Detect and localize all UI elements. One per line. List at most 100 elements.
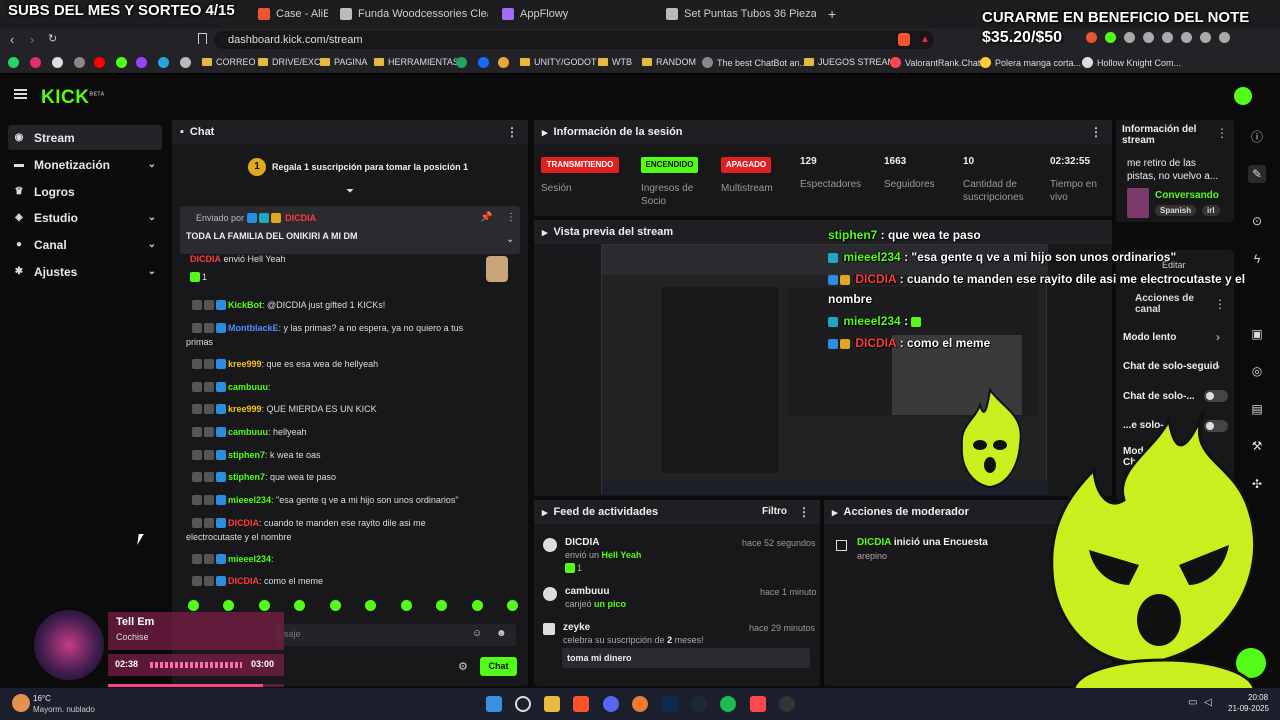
chevron-right-icon[interactable]: › — [1216, 359, 1220, 373]
extension-icon[interactable] — [1124, 32, 1135, 43]
emote-icon[interactable] — [506, 600, 518, 611]
smile-icon[interactable]: ☻ — [496, 628, 507, 639]
sidebar-item-canal[interactable]: ● Canal ⌄ — [8, 232, 162, 257]
more-options-icon[interactable]: ⋮ — [798, 505, 810, 519]
kick-icon[interactable] — [116, 57, 127, 68]
chat-username[interactable]: stiphen7 — [228, 472, 265, 482]
volume-icon[interactable]: ◁ — [1204, 697, 1212, 708]
reload-icon[interactable]: ↻ — [48, 32, 57, 45]
chat-username[interactable]: KickBot — [228, 300, 262, 310]
gift-user[interactable]: DICDIA — [190, 254, 221, 264]
x-icon[interactable] — [52, 57, 63, 68]
link-icon[interactable] — [180, 57, 191, 68]
action-follower-chat[interactable]: Chat de solo-seguid — [1123, 361, 1219, 372]
info-icon[interactable]: ⓘ — [1248, 128, 1266, 146]
emote-icon[interactable] — [436, 600, 448, 611]
bookmark-folder[interactable]: UNITY/GODOT — [520, 57, 597, 67]
more-options-icon[interactable]: ⋮ — [1216, 126, 1228, 140]
blender-icon[interactable] — [632, 696, 648, 712]
emote-icon[interactable] — [329, 600, 341, 611]
chat-username[interactable]: mieeel234 — [228, 554, 271, 564]
gear-icon[interactable]: ⚙ — [458, 660, 468, 673]
chat-username[interactable]: kree999 — [228, 404, 262, 414]
explorer-icon[interactable] — [544, 696, 560, 712]
extension-icon[interactable] — [1105, 32, 1116, 43]
stream-category[interactable]: Conversando — [1155, 190, 1219, 201]
feed-user[interactable]: cambuuu — [565, 586, 609, 597]
bookmark-folder[interactable]: HERRAMIENTAS — [374, 57, 459, 67]
lightning-icon[interactable]: ϟ — [1248, 250, 1266, 268]
chevron-right-icon[interactable]: › — [1216, 330, 1220, 344]
emote-icon[interactable] — [400, 600, 412, 611]
emote-icon[interactable] — [294, 600, 306, 611]
obs-icon[interactable] — [779, 696, 795, 712]
bookmark-folder[interactable]: RANDOM — [642, 57, 696, 67]
sidebar-item-ajustes[interactable]: ✱ Ajustes ⌄ — [8, 259, 162, 284]
back-icon[interactable]: ‹ — [10, 32, 14, 47]
emote-picker-icon[interactable]: ☺ — [472, 628, 482, 639]
bookmark-link[interactable]: Polera manga corta... — [980, 57, 1081, 68]
telegram-icon[interactable] — [158, 57, 169, 68]
bookmark-folder[interactable]: JUEGOS STREAM — [804, 57, 895, 67]
menu-icon[interactable] — [1181, 32, 1192, 43]
broadcast-icon[interactable]: ◎ — [1248, 362, 1266, 380]
sidebar-item-monetizacion[interactable]: ▬ Monetización ⌄ — [8, 152, 162, 177]
more-options-icon[interactable]: ⋮ — [506, 212, 516, 223]
brave-shield-icon[interactable] — [898, 33, 910, 46]
bookmark-icon[interactable] — [198, 33, 207, 44]
emote-icon[interactable] — [223, 600, 235, 611]
avatar[interactable] — [1234, 87, 1252, 105]
sidebar-icon[interactable] — [1162, 32, 1173, 43]
more-options-icon[interactable]: ⋮ — [1090, 125, 1102, 139]
chat-username[interactable]: DICDIA — [228, 576, 259, 586]
photoshop-icon[interactable] — [662, 696, 678, 712]
chat-username[interactable]: DICDIA — [228, 518, 259, 528]
tag[interactable]: Spanish — [1155, 205, 1197, 216]
brave-icon[interactable] — [573, 696, 589, 712]
browser-tab[interactable]: AppFlowy — [502, 4, 652, 24]
url-field[interactable]: dashboard.kick.com/stream — [214, 31, 934, 49]
feed-user[interactable]: DICDIA — [565, 537, 599, 548]
emote-icon[interactable] — [258, 600, 270, 611]
bookmark-link[interactable]: The best ChatBot an... — [702, 57, 807, 68]
spotify-icon[interactable] — [720, 696, 736, 712]
action-slow-mode[interactable]: Modo lento — [1123, 332, 1176, 343]
apple-icon[interactable] — [74, 57, 85, 68]
send-chat-button[interactable]: Chat — [480, 657, 517, 676]
shield-icon[interactable] — [1200, 32, 1211, 43]
pinned-user[interactable]: DICDIA — [285, 213, 316, 223]
tag[interactable]: irl — [1202, 205, 1220, 216]
browser-tab[interactable]: Funda Woodcessories Clear Case Ma — [340, 4, 488, 24]
pin-icon[interactable]: 📌 — [480, 212, 492, 223]
chevron-down-icon[interactable]: ⏷ — [346, 186, 354, 197]
sheets-icon[interactable] — [456, 57, 467, 68]
behance-icon[interactable] — [478, 57, 489, 68]
bookmark-folder[interactable]: CORREO — [202, 57, 256, 67]
emote-icon[interactable] — [365, 600, 377, 611]
new-tab-button[interactable]: + — [828, 4, 836, 24]
bookmark-link[interactable]: Hollow Knight Com... — [1082, 57, 1181, 68]
chat-username[interactable]: stiphen7 — [228, 450, 265, 460]
emote-icon[interactable] — [188, 600, 199, 611]
browser-tab[interactable]: Set Puntas Tubos 36 Piezas 1/4 Bosc — [666, 4, 816, 24]
weather-icon[interactable] — [12, 694, 30, 712]
puzzle-icon[interactable] — [1143, 32, 1154, 43]
discord-icon[interactable] — [603, 696, 619, 712]
filter-button[interactable]: Filtro — [762, 506, 787, 517]
whatsapp-icon[interactable] — [8, 57, 19, 68]
bookmark-folder[interactable]: WTB — [598, 57, 632, 67]
sidebar-item-logros[interactable]: ♛ Logros — [8, 179, 162, 204]
kick-logo[interactable]: KICKBETA — [41, 87, 105, 109]
edit-icon[interactable]: ✎ — [1248, 165, 1266, 183]
start-icon[interactable] — [486, 696, 502, 712]
chat-username[interactable]: mieeel234 — [228, 495, 271, 505]
more-options-icon[interactable]: ⋮ — [506, 125, 518, 139]
steam-icon[interactable] — [691, 696, 707, 712]
more-options-icon[interactable]: ⋮ — [1214, 297, 1226, 311]
gift-sub-banner[interactable]: Regala 1 suscripción para tomar la posic… — [272, 162, 468, 172]
chat-username[interactable]: MontblackE — [228, 323, 279, 333]
valorant-icon[interactable] — [750, 696, 766, 712]
bookmark-folder[interactable]: PAGINA — [320, 57, 367, 67]
browser-tab[interactable]: Case - AliExpress — [258, 4, 328, 24]
feed-user[interactable]: zeyke — [563, 622, 590, 633]
